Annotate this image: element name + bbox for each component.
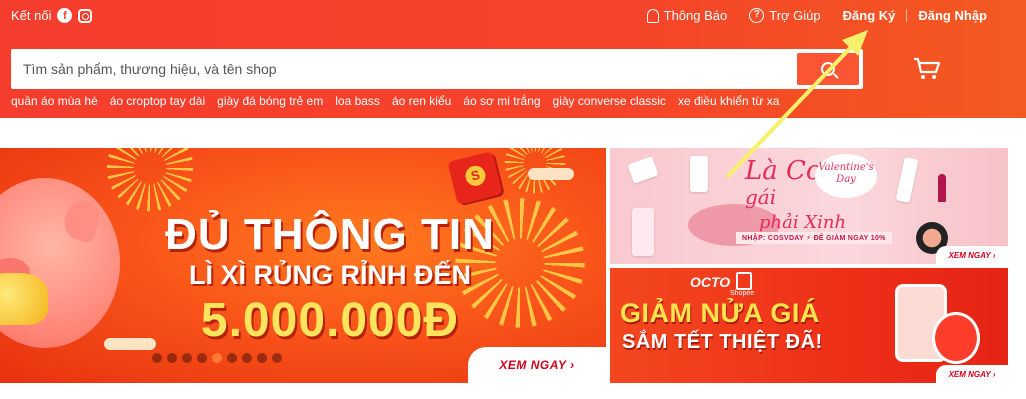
octo-cta-button[interactable]: XEM NGAY › bbox=[936, 365, 1008, 383]
octo-headline: GIẢM NỬA GIÁ bbox=[620, 298, 820, 328]
keyword-link[interactable]: quần áo mùa hè bbox=[11, 94, 98, 108]
shopee-bag-icon bbox=[736, 272, 752, 290]
login-label: Đăng Nhập bbox=[918, 8, 987, 23]
instagram-icon[interactable] bbox=[78, 8, 93, 23]
headline-line2: LÌ XÌ RỦNG RỈNH ĐẾN bbox=[188, 260, 471, 290]
keyword-link[interactable]: áo ren kiểu bbox=[392, 94, 451, 108]
valentines-day-badge: Valentine's Day bbox=[815, 154, 877, 198]
cosmetic-product-image bbox=[690, 156, 708, 192]
notifications-link[interactable]: Thông Báo bbox=[636, 8, 739, 23]
headline-line1: ĐỦ THÔNG TIN bbox=[165, 210, 495, 259]
cosmetic-product-image bbox=[627, 156, 659, 184]
shopee-label: Shopee bbox=[730, 290, 755, 297]
search-button[interactable] bbox=[797, 53, 859, 85]
octo-logo: OCTO bbox=[690, 274, 731, 290]
social-connect: Kết nối f bbox=[11, 8, 93, 23]
help-label: Trợ Giúp bbox=[769, 8, 821, 23]
account-nav: Thông Báo ? Trợ Giúp Đăng Ký Đăng Nhập bbox=[636, 8, 998, 23]
search-bar bbox=[11, 49, 863, 89]
carousel-dot[interactable] bbox=[242, 353, 252, 363]
valentine-banner[interactable]: Là Con gái phải Xinh Valentine's Day NHẬ… bbox=[610, 148, 1008, 264]
connect-label: Kết nối bbox=[11, 8, 52, 23]
lipstick-image bbox=[938, 174, 946, 202]
carousel-dot[interactable] bbox=[272, 353, 282, 363]
site-header: Kết nối f Thông Báo ? Trợ Giúp Đăng Ký Đ… bbox=[0, 0, 1026, 118]
register-label: Đăng Ký bbox=[842, 8, 896, 23]
pig-mascot-image bbox=[0, 178, 120, 348]
help-link[interactable]: ? Trợ Giúp bbox=[738, 8, 831, 23]
main-banner-cta-button[interactable]: XEM NGAY › bbox=[468, 347, 606, 383]
carousel-dot[interactable] bbox=[212, 353, 222, 363]
carousel-dot[interactable] bbox=[167, 353, 177, 363]
cloud-decoration bbox=[528, 168, 574, 180]
top-bar: Kết nối f Thông Báo ? Trợ Giúp Đăng Ký Đ… bbox=[0, 0, 1026, 32]
carousel-dot[interactable] bbox=[227, 353, 237, 363]
trending-keywords: quần áo mùa hè áo croptop tay dài giày đ… bbox=[11, 94, 779, 108]
cosmetic-product-image bbox=[632, 208, 654, 256]
cloud-decoration bbox=[104, 338, 156, 350]
keyword-link[interactable]: xe điều khiển từ xa bbox=[678, 94, 779, 108]
carousel-dot[interactable] bbox=[197, 353, 207, 363]
keyword-link[interactable]: giày đá bóng trẻ em bbox=[217, 94, 323, 108]
carousel-indicators bbox=[152, 353, 282, 363]
help-icon: ? bbox=[749, 8, 765, 23]
headline-amount: 5.000.000Đ bbox=[200, 294, 460, 347]
cosmetic-product-image bbox=[895, 157, 919, 203]
octo-promo-banner[interactable]: OCTO Shopee GIẢM NỬA GIÁ SẮM TẾT THIỆT Đ… bbox=[610, 268, 1008, 383]
carousel-dot[interactable] bbox=[257, 353, 267, 363]
keyword-link[interactable]: áo croptop tay dài bbox=[110, 94, 205, 108]
facebook-icon[interactable]: f bbox=[57, 8, 73, 23]
octo-subheadline: SẮM TẾT THIỆT ĐÃ! bbox=[622, 331, 823, 353]
keyword-link[interactable]: loa bass bbox=[335, 94, 380, 108]
register-link[interactable]: Đăng Ký bbox=[832, 8, 907, 23]
mascot-illustration bbox=[932, 312, 980, 364]
main-banner-headline: ĐỦ THÔNG TIN LÌ XÌ RỦNG RỈNH ĐẾN 5.000.0… bbox=[160, 210, 500, 348]
cart-icon[interactable] bbox=[913, 57, 941, 81]
search-icon bbox=[821, 62, 835, 76]
carousel-dot[interactable] bbox=[182, 353, 192, 363]
valentine-cta-button[interactable]: XEM NGAY › bbox=[936, 246, 1008, 264]
keyword-link[interactable]: áo sơ mi trắng bbox=[463, 94, 540, 108]
search-input[interactable] bbox=[11, 49, 781, 89]
keyword-link[interactable]: giày converse classic bbox=[553, 94, 666, 108]
bell-icon bbox=[646, 8, 659, 23]
notifications-label: Thông Báo bbox=[663, 8, 728, 23]
carousel-dot[interactable] bbox=[152, 353, 162, 363]
login-link[interactable]: Đăng Nhập bbox=[907, 8, 998, 23]
promo-code-strip: NHẬP: COSVDAY ⚡ ĐỂ GIẢM NGAY 10% bbox=[736, 232, 892, 244]
firework-decoration bbox=[100, 148, 200, 218]
main-carousel-banner[interactable]: ĐỦ THÔNG TIN LÌ XÌ RỦNG RỈNH ĐẾN 5.000.0… bbox=[0, 148, 606, 383]
